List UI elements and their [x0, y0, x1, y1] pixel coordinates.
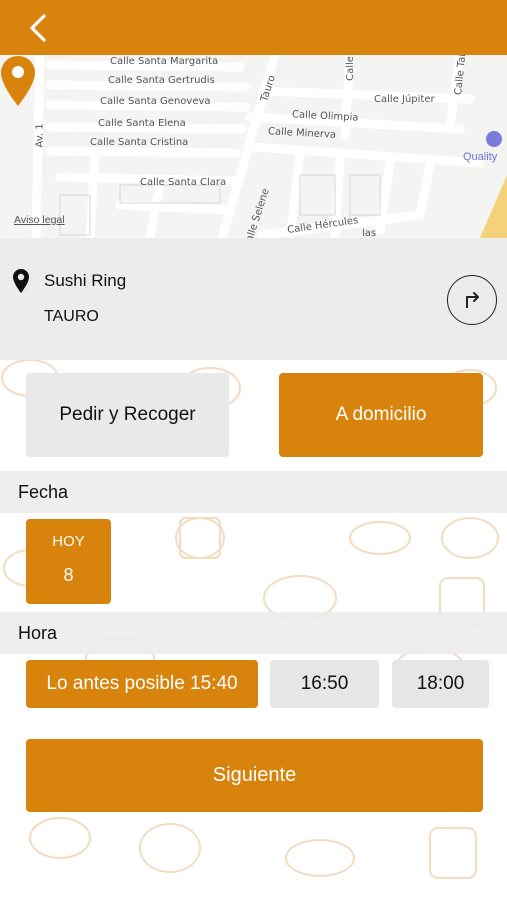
delivery-button[interactable]: A domicilio — [279, 373, 483, 457]
street-label: Calle Santa Cristina — [90, 137, 189, 148]
legal-link[interactable]: Aviso legal — [14, 214, 65, 226]
chevron-left-icon — [30, 14, 46, 42]
date-section-label: Fecha — [0, 471, 507, 513]
pickup-button[interactable]: Pedir y Recoger — [26, 373, 229, 457]
time-slot[interactable]: 16:50 — [270, 660, 379, 708]
directions-button[interactable] — [447, 275, 497, 325]
date-day-number: 8 — [63, 565, 74, 585]
street-label: Calle Santa Genoveva — [100, 96, 211, 107]
top-bar — [0, 0, 507, 55]
time-section-label: Hora — [0, 612, 507, 654]
map-view[interactable]: Calle Santa Margarita Calle Santa Gertru… — [0, 55, 507, 238]
street-label: Calle Santa Margarita — [110, 56, 219, 67]
street-label: las — [362, 228, 377, 238]
map-marker-icon[interactable] — [0, 55, 36, 107]
date-chip-today[interactable]: HOY 8 — [26, 519, 111, 604]
map-pin-icon — [13, 269, 29, 293]
street-label: Calle Santa Elena — [98, 118, 186, 129]
time-slot[interactable]: 18:00 — [392, 660, 489, 708]
poi-label: Quality — [463, 151, 498, 163]
street-label: Calle — [344, 56, 356, 81]
restaurant-zone: TAURO — [44, 308, 99, 325]
poi-icon — [486, 131, 502, 147]
restaurant-panel: Sushi Ring TAURO — [0, 238, 507, 360]
street-label: Calle Santa Gertrudis — [108, 75, 215, 86]
restaurant-name: Sushi Ring — [44, 271, 127, 290]
street-label: Calle Santa Clara — [140, 177, 227, 188]
street-label: Av. 1 — [34, 123, 46, 148]
street-label: Calle Júpiter — [374, 94, 435, 105]
next-button[interactable]: Siguiente — [26, 739, 483, 812]
back-button[interactable] — [18, 8, 58, 48]
time-slot-asap[interactable]: Lo antes posible 15:40 — [26, 660, 258, 708]
directions-arrow-icon — [466, 292, 479, 308]
date-day-label: HOY — [52, 533, 85, 550]
